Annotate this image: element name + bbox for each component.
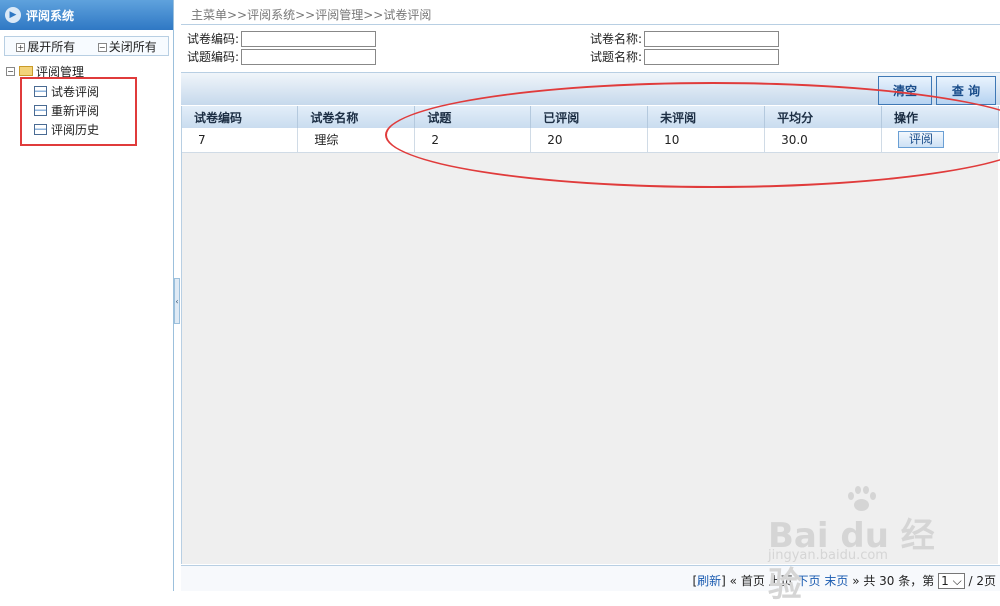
question-code-input[interactable] <box>241 48 377 65</box>
col-header-paper-code[interactable]: 试卷编码 <box>182 106 299 128</box>
play-icon: ▶ <box>5 7 21 23</box>
collapse-all-button[interactable]: − 关闭所有 <box>97 38 157 55</box>
paper-name-input[interactable] <box>644 30 780 47</box>
cell-question: 2 <box>414 128 532 153</box>
clear-button[interactable]: 清空 <box>878 76 932 105</box>
tree-root-review-management[interactable]: − 评阅管理 <box>6 64 173 79</box>
paper-name-label: 试卷名称: <box>590 32 643 46</box>
query-button[interactable]: 查 询 <box>936 76 996 105</box>
total-pages-text: / 2页 <box>968 574 997 588</box>
minus-icon[interactable]: − <box>6 66 15 76</box>
paper-code-field-group: 试卷编码: <box>187 30 377 47</box>
cell-paper-name: 理综 <box>297 128 416 153</box>
table-header-row: 试卷编码 试卷名称 试题 已评阅 未评阅 平均分 操作 <box>182 106 999 128</box>
col-header-action: 操作 <box>881 106 999 128</box>
sidebar-title: 评阅系统 <box>26 8 75 23</box>
cell-reviewed: 20 <box>530 128 649 153</box>
paper-code-label: 试卷编码: <box>187 32 240 46</box>
tree-toolbar: + 展开所有 − 关闭所有 <box>4 36 169 56</box>
col-header-unreviewed[interactable]: 未评阅 <box>647 106 766 128</box>
paper-code-input[interactable] <box>241 30 377 47</box>
minus-icon: − <box>97 42 107 52</box>
paper-name-field-group: 试卷名称: <box>590 30 780 47</box>
cell-action: 评阅 <box>881 128 999 153</box>
cell-unreviewed: 10 <box>647 128 766 153</box>
results-table: 试卷编码 试卷名称 试题 已评阅 未评阅 平均分 操作 7 理综 2 20 10… <box>182 106 999 153</box>
col-header-question[interactable]: 试题 <box>414 106 532 128</box>
col-header-reviewed[interactable]: 已评阅 <box>530 106 649 128</box>
question-name-label: 试题名称: <box>590 50 643 64</box>
first-page-link[interactable]: 首页 <box>741 574 765 588</box>
expand-all-button[interactable]: + 展开所有 <box>16 38 75 55</box>
highlight-box <box>20 77 137 146</box>
first-arrow-icon: « <box>729 574 737 588</box>
cell-average: 30.0 <box>764 128 882 153</box>
sidebar: ▶ 评阅系统 + 展开所有 − 关闭所有 − 评阅管理 试卷评阅 重新评阅 评阅历史 <box>0 0 174 591</box>
cell-paper-code: 7 <box>182 128 299 153</box>
table-row[interactable]: 7 理综 2 20 10 30.0 评阅 <box>182 128 999 153</box>
question-code-label: 试题编码: <box>187 50 240 64</box>
plus-icon: + <box>16 42 26 52</box>
question-code-field-group: 试题编码: <box>187 48 377 65</box>
action-bar: 清空 查 询 <box>181 72 1000 105</box>
sidebar-header: ▶ 评阅系统 <box>0 0 173 30</box>
sidebar-collapse-handle[interactable]: ‹ <box>174 278 180 324</box>
baidu-watermark: Bai du 经验 jingyan.baidu.com <box>768 486 958 605</box>
watermark-url: jingyan.baidu.com <box>768 548 888 563</box>
folder-icon <box>19 66 33 76</box>
search-form: 试卷编码: 试题编码: 试卷名称: 试题名称: <box>181 25 1000 70</box>
breadcrumb: 主菜单>>评阅系统>>评阅管理>>试卷评阅 <box>181 0 1000 25</box>
question-name-input[interactable] <box>644 48 780 65</box>
question-name-field-group: 试题名称: <box>590 48 780 65</box>
refresh-link[interactable]: 刷新 <box>697 574 721 588</box>
col-header-average[interactable]: 平均分 <box>764 106 882 128</box>
review-button[interactable]: 评阅 <box>898 131 944 149</box>
col-header-paper-name[interactable]: 试卷名称 <box>297 106 416 128</box>
